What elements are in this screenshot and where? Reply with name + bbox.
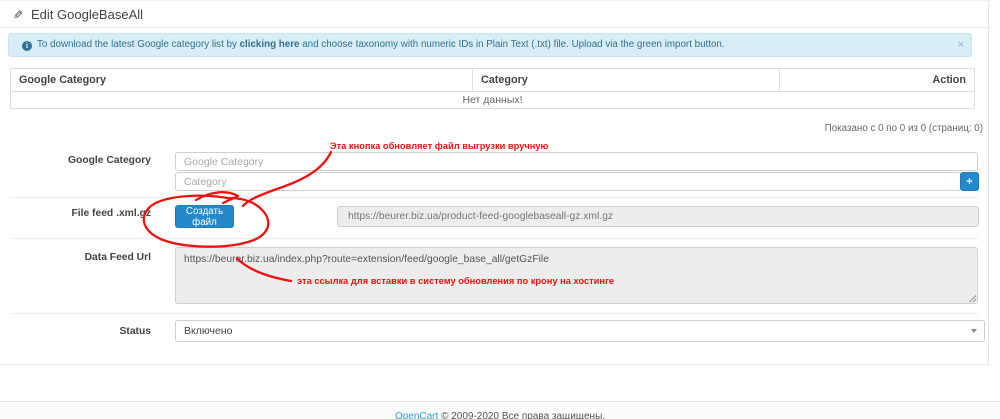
pagination-status: Показано с 0 по 0 из 0 (страниц: 0) xyxy=(825,123,983,134)
annotation-note-cron-link: эта ссылка для вставки в систему обновле… xyxy=(297,276,614,286)
category-mapping-table: Google Category Category Action Нет данн… xyxy=(10,68,975,109)
google-category-input[interactable] xyxy=(175,152,978,171)
annotation-note-manual-update: Эта кнопка обновляет файл выгрузки вручн… xyxy=(330,141,549,151)
form-row-divider xyxy=(10,238,978,239)
pencil-icon: ✎ xyxy=(13,8,23,22)
panel-heading: ✎ Edit GoogleBaseAll xyxy=(0,0,989,28)
table-header-row: Google Category Category Action xyxy=(11,69,975,92)
column-header-category: Category xyxy=(473,69,780,92)
alert-clicking-here-link[interactable]: clicking here xyxy=(240,39,300,50)
google-category-label: Google Category xyxy=(0,155,151,166)
alert-close-icon[interactable]: × xyxy=(958,34,964,56)
column-header-action: Action xyxy=(780,69,975,92)
status-select[interactable]: Включено xyxy=(175,320,985,342)
textarea-resize-handle[interactable] xyxy=(968,294,976,302)
file-feed-url-field[interactable] xyxy=(337,206,979,227)
page-title: Edit GoogleBaseAll xyxy=(31,1,143,28)
footer-copyright: OpenCart © 2009-2020 Все права защищены. xyxy=(0,410,1000,419)
column-header-google-category: Google Category xyxy=(11,69,473,92)
no-data-message: Нет данных! xyxy=(11,92,975,109)
form-row-divider xyxy=(10,313,978,314)
panel-bottom-border xyxy=(0,364,989,365)
copyright-text: © 2009-2020 Все права защищены. xyxy=(438,411,605,419)
info-circle-icon: i xyxy=(22,41,32,51)
form-row-divider xyxy=(10,197,978,198)
opencart-link[interactable]: OpenCart xyxy=(395,411,438,419)
alert-text-post: and choose taxonomy with numeric IDs in … xyxy=(300,39,725,50)
info-alert: i To download the latest Google category … xyxy=(8,33,972,57)
table-empty-row: Нет данных! xyxy=(11,92,975,109)
alert-text-pre: To download the latest Google category l… xyxy=(37,39,240,50)
status-select-wrap: Включено xyxy=(175,320,985,342)
panel-right-border xyxy=(988,0,989,365)
data-feed-url-label: Data Feed Url xyxy=(0,252,151,263)
add-category-button[interactable]: + xyxy=(960,172,979,191)
create-file-button[interactable]: Создать файл xyxy=(175,205,234,228)
file-feed-label: File feed .xml.gz xyxy=(0,208,151,219)
status-label: Status xyxy=(0,326,151,337)
edit-googlebaseall-page: ✎ Edit GoogleBaseAll i To download the la… xyxy=(0,0,1000,419)
category-input[interactable] xyxy=(175,172,961,191)
